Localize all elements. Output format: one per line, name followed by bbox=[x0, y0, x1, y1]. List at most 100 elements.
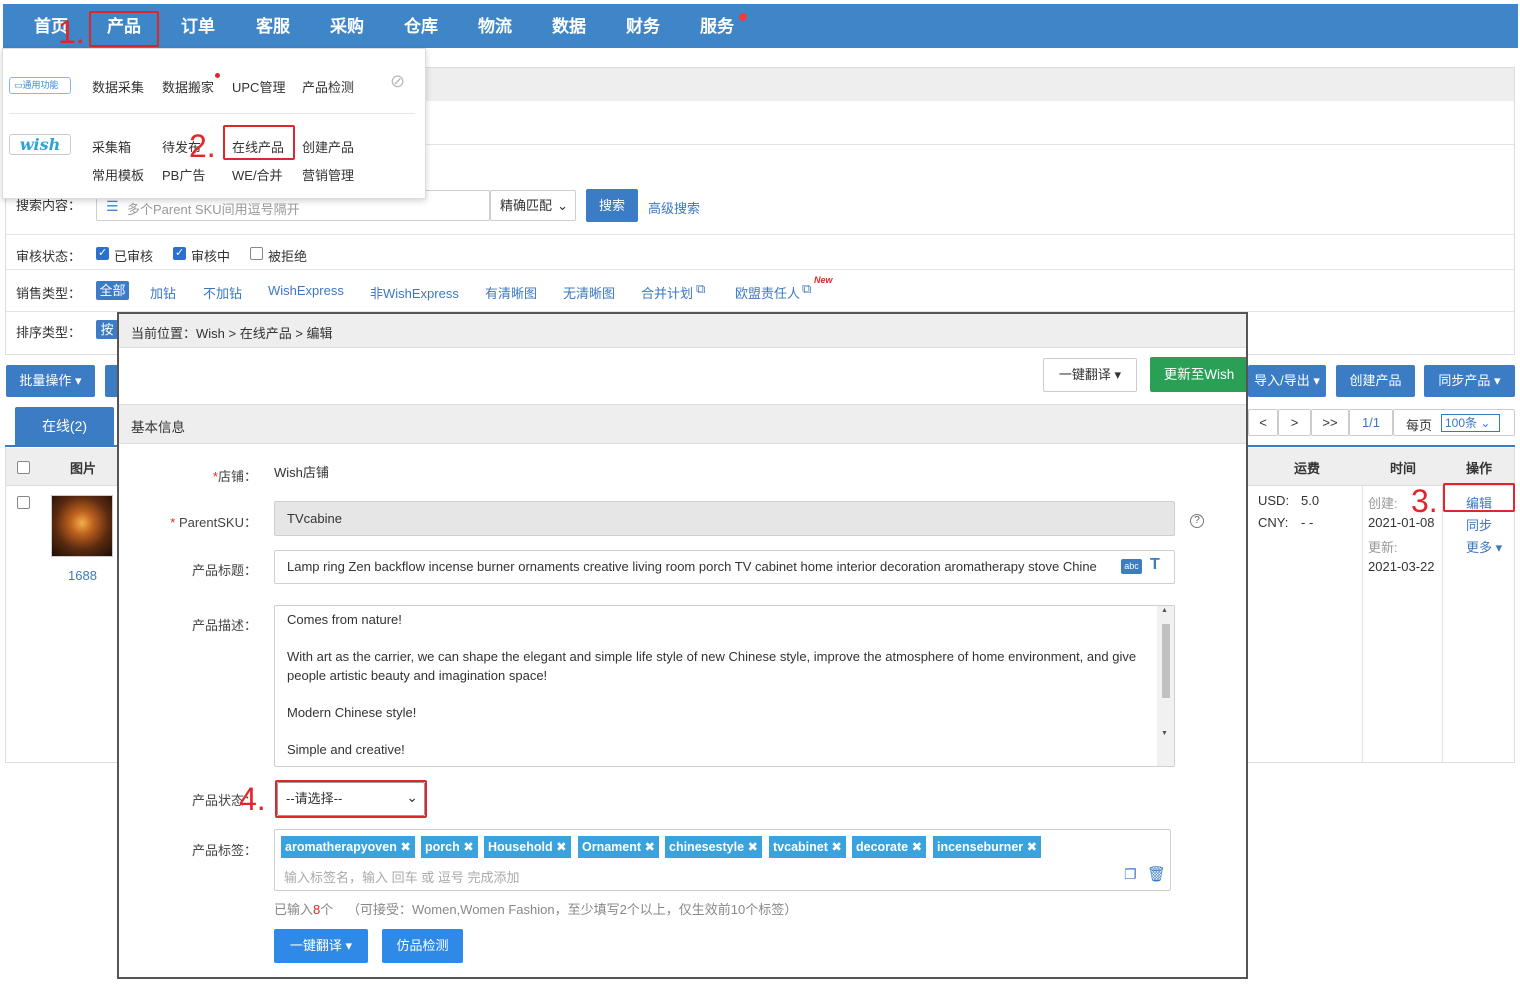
nav-service[interactable]: 客服 bbox=[256, 4, 290, 48]
translate-button[interactable]: 一键翻译 ▾ bbox=[1043, 358, 1137, 392]
menu-new-dot bbox=[215, 73, 220, 78]
review-pending-checkbox[interactable] bbox=[173, 246, 186, 260]
nav-purchase[interactable]: 采购 bbox=[330, 4, 364, 48]
desc-scrollbar[interactable]: ▲ ▼ bbox=[1157, 606, 1174, 766]
product-source-id[interactable]: 1688 bbox=[68, 568, 97, 583]
menu-marketing[interactable]: 营销管理 bbox=[302, 165, 354, 184]
review-rejected-label: 被拒绝 bbox=[268, 249, 308, 264]
per-page-select[interactable]: 100条 ⌄ bbox=[1441, 414, 1500, 432]
desc-line-3: Modern Chinese style! bbox=[287, 704, 417, 720]
tags-input-box[interactable]: aromatherapyoven ✖ porch ✖ Household ✖ O… bbox=[274, 829, 1171, 891]
tab-online[interactable]: 在线(2) bbox=[15, 407, 114, 446]
nav-warehouse[interactable]: 仓库 bbox=[404, 4, 438, 48]
wish-logo: wish bbox=[9, 134, 71, 155]
match-select[interactable]: 精确匹配 ⌄ bbox=[490, 190, 576, 221]
update-to-wish-button[interactable]: 更新至Wish bbox=[1150, 357, 1246, 392]
sort-option-first[interactable]: 按 bbox=[96, 320, 118, 339]
product-title-value: Lamp ring Zen backflow incense burner or… bbox=[287, 559, 1097, 574]
product-title-input[interactable]: Lamp ring Zen backflow incense burner or… bbox=[274, 550, 1175, 584]
highlight-box-status bbox=[275, 780, 427, 818]
cny-label: CNY: bbox=[1258, 515, 1289, 530]
tag-label: Household bbox=[488, 840, 553, 854]
review-rejected-checkbox[interactable] bbox=[250, 247, 263, 260]
product-thumbnail[interactable] bbox=[51, 495, 113, 557]
tag-input-placeholder[interactable]: 输入标签名，输入 回车 或 逗号 完成添加 bbox=[284, 867, 519, 886]
parent-sku-input[interactable]: TVcabine bbox=[274, 501, 1175, 536]
counterfeit-check-button[interactable]: 仿品检测 bbox=[382, 929, 463, 963]
tag-chip[interactable]: decorate ✖ bbox=[852, 836, 927, 858]
nav-finance[interactable]: 财务 bbox=[626, 4, 660, 48]
tag-chip[interactable]: Ornament ✖ bbox=[578, 836, 659, 858]
more-link[interactable]: 更多 ▾ bbox=[1466, 537, 1502, 556]
tv-icon: ▭ bbox=[14, 80, 23, 90]
usd-value: 5.0 bbox=[1301, 493, 1320, 508]
import-export-button[interactable]: 导入/导出 ▾ bbox=[1248, 365, 1326, 397]
chevron-down-icon: ⌄ bbox=[557, 198, 568, 213]
menu-create-product[interactable]: 创建产品 bbox=[302, 137, 354, 156]
select-all-checkbox[interactable] bbox=[17, 461, 30, 474]
pager-prev[interactable]: < bbox=[1248, 409, 1278, 436]
tag-chip[interactable]: incenseburner ✖ bbox=[933, 836, 1042, 858]
annotation-4: 4. bbox=[239, 781, 266, 817]
sync-product-button[interactable]: 同步产品 ▾ bbox=[1424, 365, 1515, 397]
menu-collect-box[interactable]: 采集箱 bbox=[92, 137, 131, 156]
row-checkbox[interactable] bbox=[17, 496, 30, 509]
pager-next[interactable]: > bbox=[1278, 409, 1311, 436]
tag-chip[interactable]: aromatherapyoven ✖ bbox=[281, 836, 415, 858]
product-description-textarea[interactable]: Comes from nature! With art as the carri… bbox=[274, 605, 1175, 767]
sales-wishexpress[interactable]: WishExpress bbox=[268, 283, 344, 298]
sales-merge-plan[interactable]: 合并计划 bbox=[641, 283, 693, 302]
desc-line-4: Simple and creative! bbox=[287, 741, 405, 757]
scroll-up-icon[interactable]: ▲ bbox=[1161, 607, 1168, 614]
nav-logistics[interactable]: 物流 bbox=[478, 4, 512, 48]
sales-diamond[interactable]: 加钻 bbox=[150, 283, 176, 302]
sales-eu-rep[interactable]: 欧盟责任人 bbox=[735, 283, 800, 302]
search-button[interactable]: 搜索 bbox=[586, 189, 638, 222]
tag-chip[interactable]: chinesestyle ✖ bbox=[665, 836, 762, 858]
menu-upc[interactable]: UPC管理 bbox=[232, 77, 285, 96]
advanced-search-link[interactable]: 高级搜索 bbox=[648, 198, 700, 217]
menu-product-check[interactable]: 产品检测 bbox=[302, 77, 354, 96]
create-product-button[interactable]: 创建产品 bbox=[1336, 365, 1415, 397]
menu-data-collect[interactable]: 数据采集 bbox=[92, 77, 144, 96]
hide-eye-icon[interactable]: ⊘ bbox=[390, 71, 405, 92]
sales-all[interactable]: 全部 bbox=[96, 281, 129, 300]
col-action: 操作 bbox=[1466, 461, 1493, 476]
scroll-down-icon[interactable]: ▼ bbox=[1161, 730, 1168, 737]
annotation-1: 1. bbox=[58, 14, 85, 50]
help-icon[interactable]: ? bbox=[1190, 514, 1204, 528]
batch-operation-button[interactable]: 批量操作 ▾ bbox=[6, 365, 95, 397]
review-approved-checkbox[interactable] bbox=[96, 246, 109, 260]
nav-orders[interactable]: 订单 bbox=[181, 4, 215, 48]
copy-icon[interactable]: ❐ bbox=[1124, 866, 1137, 883]
external-link-icon: ⧉ bbox=[802, 281, 812, 296]
col-divider bbox=[1442, 486, 1443, 763]
general-functions-badge: ▭通用功能 bbox=[9, 77, 71, 94]
tag-chip[interactable]: tvcabinet ✖ bbox=[769, 836, 846, 858]
pager-last[interactable]: >> bbox=[1311, 409, 1349, 436]
sales-no-clear-image[interactable]: 无清晰图 bbox=[563, 283, 615, 302]
sales-no-diamond[interactable]: 不加钻 bbox=[203, 283, 242, 302]
menu-templates[interactable]: 常用模板 bbox=[92, 165, 144, 184]
notification-dot bbox=[739, 13, 747, 21]
sync-link[interactable]: 同步 bbox=[1466, 515, 1492, 534]
text-size-icon[interactable]: T bbox=[1150, 556, 1160, 574]
annotation-2: 2. bbox=[189, 128, 216, 164]
trash-icon[interactable]: 🗑 bbox=[1147, 865, 1166, 883]
menu-pb-ads[interactable]: PB广告 bbox=[162, 165, 205, 184]
sales-clear-image[interactable]: 有清晰图 bbox=[485, 283, 537, 302]
sku-label: ParentSKU： bbox=[178, 515, 257, 530]
menu-we-merge[interactable]: WE/合并 bbox=[232, 165, 283, 184]
match-select-value: 精确匹配 bbox=[500, 198, 553, 213]
nav-services[interactable]: 服务 bbox=[700, 4, 734, 48]
new-badge: New bbox=[814, 275, 833, 285]
bottom-translate-button[interactable]: 一键翻译 ▾ bbox=[274, 929, 368, 963]
tag-chip[interactable]: Household ✖ bbox=[484, 836, 571, 858]
menu-data-migrate[interactable]: 数据搬家 bbox=[162, 77, 214, 96]
abc-translate-icon[interactable]: abc bbox=[1121, 559, 1142, 574]
desc-scrollbar-thumb[interactable] bbox=[1162, 624, 1170, 698]
tag-label: decorate bbox=[856, 840, 909, 854]
tag-chip[interactable]: porch ✖ bbox=[421, 836, 478, 858]
nav-data[interactable]: 数据 bbox=[552, 4, 586, 48]
sales-non-wishexpress[interactable]: 非WishExpress bbox=[370, 283, 459, 302]
